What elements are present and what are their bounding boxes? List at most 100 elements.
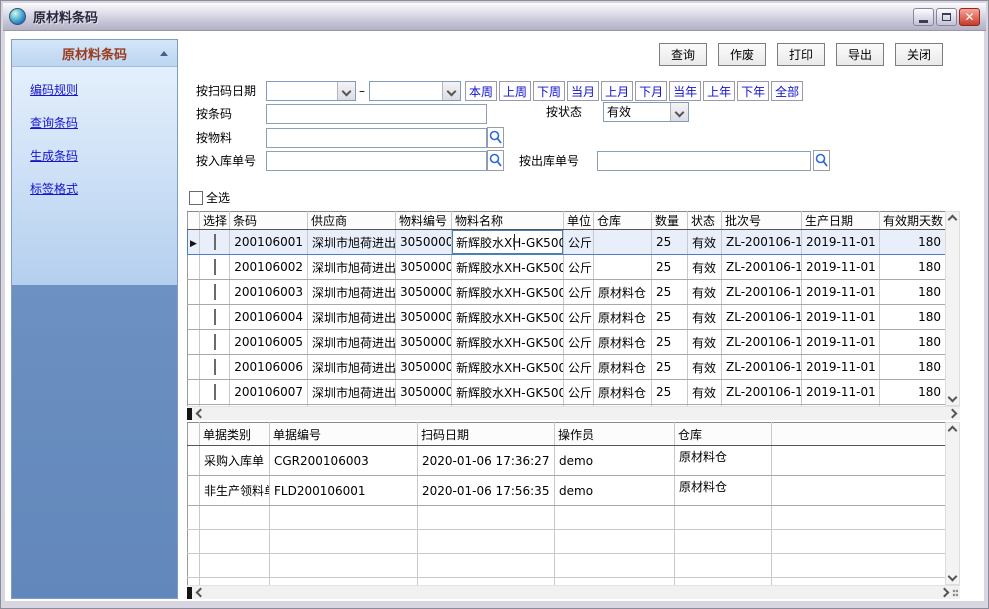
- cell-supplier: 深圳市旭荷进出口: [308, 305, 396, 330]
- row-checkbox[interactable]: [214, 359, 216, 375]
- column-header[interactable]: 操作员: [555, 423, 675, 446]
- toolbar-button[interactable]: 打印: [777, 43, 825, 66]
- barcode-grid-vscrollbar[interactable]: [945, 211, 960, 406]
- quick-range-button[interactable]: 下周: [533, 81, 565, 101]
- quick-range-button[interactable]: 当年: [669, 81, 701, 101]
- collapse-icon[interactable]: [160, 51, 168, 56]
- quick-range-button[interactable]: 本周: [465, 81, 497, 101]
- material-search-button[interactable]: [487, 127, 504, 148]
- sidebar-item[interactable]: 查询条码: [30, 114, 177, 131]
- column-header[interactable]: 单位: [564, 212, 594, 230]
- cell-barcode: 200106002: [230, 255, 308, 280]
- quick-range-button[interactable]: 当月: [567, 81, 599, 101]
- chevron-down-icon[interactable]: [337, 82, 355, 100]
- quick-range-button[interactable]: 上月: [601, 81, 633, 101]
- select-all-checkbox[interactable]: [189, 191, 203, 205]
- barcode-row[interactable]: ▶ 200106001 深圳市旭荷进出口 30500001 新辉胶水XH-GK5…: [188, 230, 946, 255]
- date-to-select[interactable]: [369, 81, 461, 101]
- toolbar-button[interactable]: 作废: [718, 43, 766, 66]
- barcode-row[interactable]: 200106005 深圳市旭荷进出口 30500001 新辉胶水XH-GK500…: [188, 330, 946, 355]
- toolbar-button[interactable]: 查询: [659, 43, 707, 66]
- barcode-row[interactable]: 200106004 深圳市旭荷进出口 30500001 新辉胶水XH-GK500…: [188, 305, 946, 330]
- chevron-down-icon[interactable]: [442, 82, 460, 100]
- chevron-down-icon[interactable]: [670, 103, 688, 121]
- barcode-row[interactable]: 200106007 深圳市旭荷进出口 30500001 新辉胶水XH-GK500…: [188, 380, 946, 405]
- column-header[interactable]: 单据编号: [270, 423, 418, 446]
- row-checkbox[interactable]: [214, 334, 216, 350]
- quick-range-button[interactable]: 下月: [635, 81, 667, 101]
- material-filter-input[interactable]: [266, 128, 487, 148]
- row-checkbox[interactable]: [214, 384, 216, 400]
- scroll-up-icon[interactable]: [946, 212, 959, 227]
- column-header[interactable]: 供应商: [308, 212, 396, 230]
- barcode-grid-hscrollbar[interactable]: [187, 406, 960, 420]
- document-row[interactable]: 非生产领料单 FLD200106001 2020-01-06 17:56:35 …: [188, 476, 946, 506]
- outbound-filter-input[interactable]: [597, 151, 811, 171]
- barcode-row[interactable]: 200106003 深圳市旭荷进出口 30500001 新辉胶水XH-GK500…: [188, 280, 946, 305]
- document-grid-vscrollbar[interactable]: [945, 422, 960, 585]
- cell-unit: 公斤: [564, 355, 594, 380]
- quick-range-button[interactable]: 下年: [737, 81, 769, 101]
- close-button[interactable]: ✕: [959, 8, 980, 26]
- row-checkbox[interactable]: [214, 259, 216, 275]
- column-header[interactable]: 数量: [652, 212, 688, 230]
- column-header[interactable]: 批次号: [722, 212, 802, 230]
- row-checkbox[interactable]: [214, 309, 216, 325]
- quick-range-button[interactable]: 上年: [703, 81, 735, 101]
- column-header[interactable]: 状态: [688, 212, 722, 230]
- column-header[interactable]: 条码: [230, 212, 308, 230]
- cell-material-name[interactable]: 新辉胶水XH-GK500: [452, 255, 564, 280]
- date-from-select[interactable]: [266, 81, 356, 101]
- scroll-right-icon[interactable]: [944, 410, 960, 417]
- column-header[interactable]: 有效期天数: [880, 212, 946, 230]
- cell-material-name[interactable]: 新辉胶水XH-GK500: [452, 330, 564, 355]
- cell-prod-date: 2019-11-01: [802, 330, 880, 355]
- cell-warehouse: [594, 255, 652, 280]
- document-grid-hscrollbar[interactable]: [187, 585, 960, 599]
- scroll-left-icon[interactable]: [192, 589, 208, 596]
- sidebar-header[interactable]: 原材料条码: [12, 40, 177, 67]
- scroll-up-icon[interactable]: [946, 423, 959, 438]
- maximize-button[interactable]: [936, 8, 957, 26]
- resize-grip-icon: [952, 589, 958, 597]
- row-checkbox[interactable]: [214, 234, 216, 250]
- column-header[interactable]: 仓库: [675, 423, 772, 446]
- sidebar-item[interactable]: 生成条码: [30, 147, 177, 164]
- minimize-button[interactable]: [913, 8, 934, 26]
- toolbar-button[interactable]: 导出: [836, 43, 884, 66]
- quick-range-button[interactable]: 全部: [771, 81, 803, 101]
- barcode-filter-input[interactable]: [266, 104, 487, 124]
- barcode-row[interactable]: 200106002 深圳市旭荷进出口 30500001 新辉胶水XH-GK500…: [188, 255, 946, 280]
- column-header[interactable]: 单据类别: [200, 423, 270, 446]
- scroll-right-icon[interactable]: [936, 589, 952, 596]
- cell-material-name[interactable]: 新辉胶水XH-GK500: [452, 355, 564, 380]
- cell-material-name[interactable]: 新辉胶水XH-GK500: [452, 280, 564, 305]
- inbound-filter-input[interactable]: [266, 151, 487, 171]
- barcode-row[interactable]: 200106006 深圳市旭荷进出口 30500001 新辉胶水XH-GK500…: [188, 355, 946, 380]
- column-header[interactable]: 物料名称: [452, 212, 564, 230]
- close-icon: ✕: [964, 11, 974, 23]
- row-checkbox[interactable]: [214, 284, 216, 300]
- toolbar-button[interactable]: 关闭: [895, 43, 943, 66]
- column-header[interactable]: 选择: [200, 212, 230, 230]
- cell-prod-date: 2019-11-01: [802, 255, 880, 280]
- cell-batch: ZL-200106-1: [722, 355, 802, 380]
- cell-material-name[interactable]: 新辉胶水XH-GK500: [452, 380, 564, 405]
- quick-range-button[interactable]: 上周: [499, 81, 531, 101]
- scroll-down-icon[interactable]: [946, 569, 959, 584]
- column-header[interactable]: 仓库: [594, 212, 652, 230]
- scroll-down-icon[interactable]: [946, 390, 959, 405]
- sidebar-item[interactable]: 编码规则: [30, 81, 177, 98]
- scroll-left-icon[interactable]: [192, 410, 208, 417]
- sidebar-item[interactable]: 标签格式: [30, 180, 177, 197]
- document-row[interactable]: 采购入库单 CGR200106003 2020-01-06 17:36:27 d…: [188, 446, 946, 476]
- cell-material-name[interactable]: 新辉胶水XH-GK500: [452, 305, 564, 330]
- outbound-search-button[interactable]: [813, 150, 830, 171]
- cell-batch: ZL-200106-1: [722, 255, 802, 280]
- column-header[interactable]: 扫码日期: [418, 423, 555, 446]
- cell-material-name[interactable]: 新辉胶水XH-GK500: [452, 230, 564, 255]
- inbound-search-button[interactable]: [487, 150, 504, 171]
- column-header[interactable]: 物料编号: [396, 212, 452, 230]
- column-header[interactable]: 生产日期: [802, 212, 880, 230]
- status-select[interactable]: 有效: [603, 102, 689, 122]
